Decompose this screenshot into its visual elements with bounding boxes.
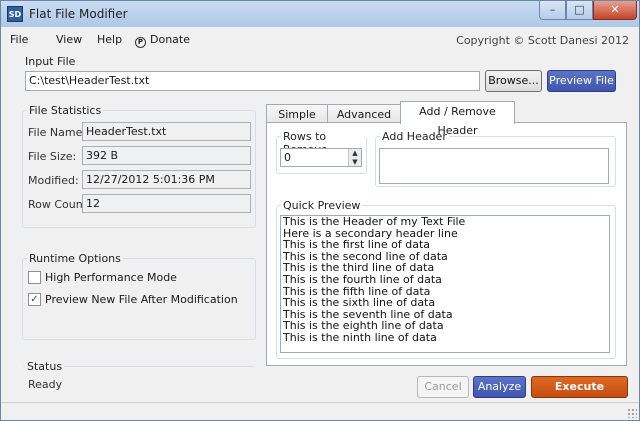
menu-view[interactable]: View xyxy=(56,33,82,46)
file-size-value: 392 B xyxy=(82,146,251,165)
menu-donate-label: Donate xyxy=(150,33,190,46)
minimize-button[interactable]: – xyxy=(539,1,566,20)
preview-file-button[interactable]: Preview File xyxy=(547,70,616,92)
cancel-button[interactable]: Cancel xyxy=(417,376,469,398)
file-size-label: File Size: xyxy=(28,150,77,163)
window-title: Flat File Modifier xyxy=(29,7,128,21)
resize-grip-icon[interactable] xyxy=(627,408,637,418)
quick-preview-legend: Quick Preview xyxy=(281,199,363,212)
high-performance-label[interactable]: High Performance Mode xyxy=(45,271,177,284)
runtime-options-legend: Runtime Options xyxy=(27,252,123,265)
status-text: Ready xyxy=(28,378,63,391)
browse-button[interactable]: Browse... xyxy=(485,70,542,92)
modified-label: Modified: xyxy=(28,174,79,187)
preview-line: This is the ninth line of data xyxy=(283,330,437,344)
file-name-label: File Name: xyxy=(28,126,87,139)
rows-spinner: ▲ ▼ xyxy=(348,149,361,166)
app-logo-icon: SD xyxy=(7,6,23,22)
preview-line: This is the fourth line of data xyxy=(283,272,442,286)
preview-after-modification-label[interactable]: Preview New File After Modification xyxy=(45,293,238,306)
tab-advanced-find[interactable]: Advanced Find xyxy=(327,104,401,140)
close-button[interactable]: ✕ xyxy=(593,1,637,20)
file-statistics-legend: File Statistics xyxy=(27,104,104,117)
rows-to-remove-stepper[interactable]: 0 ▲ ▼ xyxy=(280,148,362,167)
preview-after-modification-checkbox[interactable]: ✓ xyxy=(28,293,41,306)
spin-down-icon[interactable]: ▼ xyxy=(349,158,361,166)
status-legend: Status xyxy=(25,360,65,373)
input-file-path-field[interactable]: C:\test\HeaderTest.txt xyxy=(25,71,480,91)
maximize-button[interactable]: □ xyxy=(566,1,593,20)
preview-line: This is the sixth line of data xyxy=(283,296,436,310)
app-window: SD Flat File Modifier – □ ✕ File View He… xyxy=(0,0,640,421)
modified-value: 12/27/2012 5:01:36 PM xyxy=(82,170,251,189)
menu-file[interactable]: File xyxy=(10,33,28,46)
quick-preview-box[interactable]: This is the Header of my Text File Here … xyxy=(280,215,610,353)
execute-button[interactable]: Execute xyxy=(531,376,628,398)
spin-up-icon[interactable]: ▲ xyxy=(349,149,361,158)
copyright-text: Copyright © Scott Danesi 2012 xyxy=(456,34,629,47)
analyze-button[interactable]: Analyze xyxy=(473,376,526,398)
rows-to-remove-value: 0 xyxy=(284,151,291,164)
input-file-legend: Input File xyxy=(23,55,78,68)
status-bar xyxy=(1,402,639,420)
file-name-value: HeaderTest.txt xyxy=(82,122,251,141)
high-performance-checkbox[interactable] xyxy=(28,271,41,284)
add-remove-header-panel: Rows to Remove 0 ▲ ▼ Add Header Quick Pr… xyxy=(266,122,627,366)
menu-help[interactable]: Help xyxy=(97,33,122,46)
tab-add-remove-header[interactable]: Add / Remove Header xyxy=(400,101,515,137)
menu-bar: File View Help P Donate Copyright © Scott… xyxy=(1,27,639,51)
paypal-icon: P xyxy=(135,37,146,48)
tab-simple-find[interactable]: Simple Find xyxy=(266,104,328,140)
preview-line: This is the Header of my Text File xyxy=(283,215,466,228)
row-count-value: 12 xyxy=(82,194,251,213)
menu-donate[interactable]: P Donate xyxy=(135,33,190,48)
add-header-input[interactable] xyxy=(379,148,609,184)
title-bar[interactable]: SD Flat File Modifier – □ ✕ xyxy=(1,1,639,27)
